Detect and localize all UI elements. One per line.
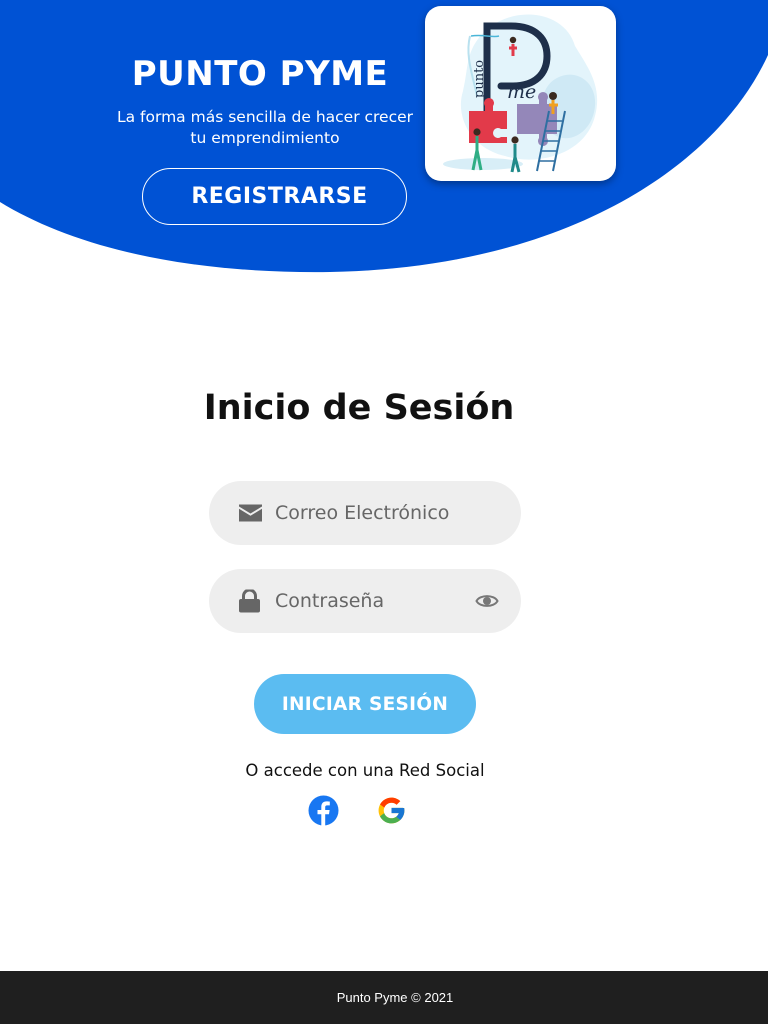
social-login-prompt: O accede con una Red Social [245, 761, 485, 780]
facebook-icon[interactable] [308, 795, 339, 826]
footer: Punto Pyme © 2021 [0, 971, 768, 1024]
eye-icon[interactable] [475, 593, 499, 610]
lock-icon [239, 589, 260, 613]
brand-subtitle: La forma más sencilla de hacer crecer tu… [116, 108, 414, 147]
register-button[interactable]: REGISTRARSE [142, 168, 407, 225]
brand-title: PUNTO PYME [131, 54, 389, 94]
password-input[interactable] [275, 569, 465, 633]
password-field[interactable] [209, 569, 521, 633]
footer-copyright: Punto Pyme © 2021 [336, 990, 454, 1005]
email-input[interactable] [275, 481, 465, 545]
login-title: Inicio de Sesión [203, 388, 515, 428]
logo-card: punto me [425, 6, 616, 181]
login-submit-button[interactable]: INICIAR SESIÓN [254, 674, 476, 734]
svg-text:punto: punto [472, 60, 487, 98]
envelope-icon [239, 504, 262, 522]
svg-text:me: me [507, 81, 536, 103]
google-icon[interactable] [376, 795, 407, 826]
punto-pyme-logo: punto me [443, 14, 598, 173]
email-field[interactable] [209, 481, 521, 545]
